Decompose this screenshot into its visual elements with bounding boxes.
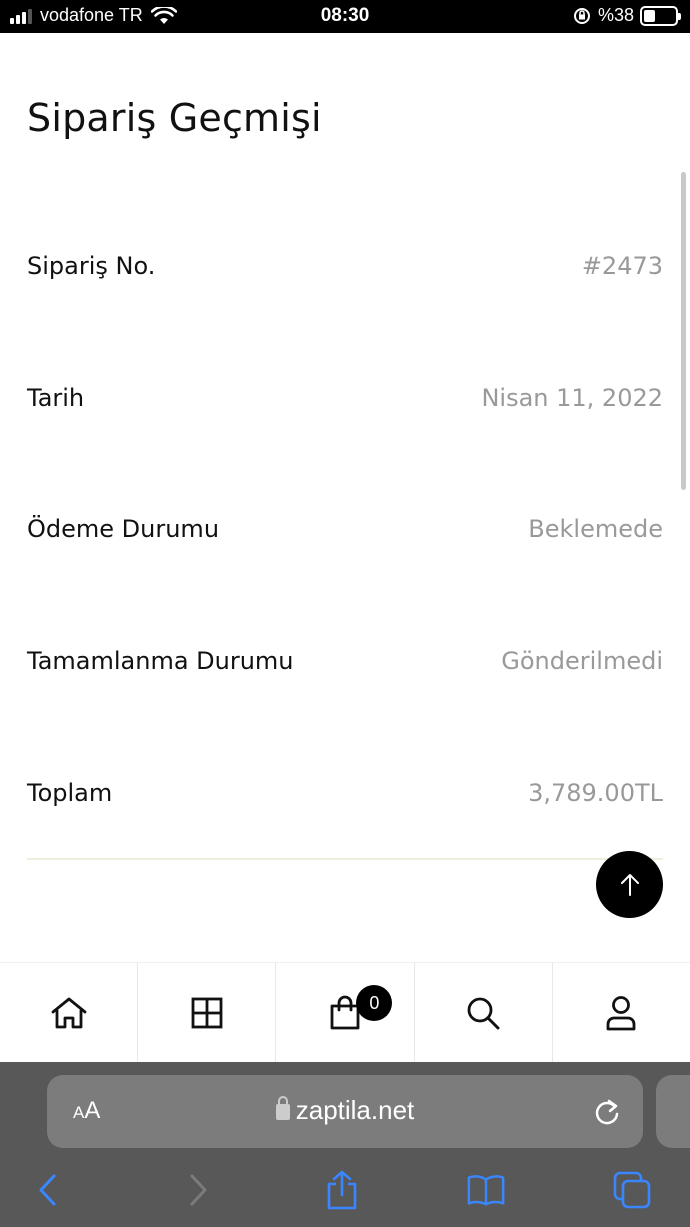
back-arrow-icon — [39, 1174, 56, 1206]
bottom-nav: 0 — [0, 962, 690, 1062]
nav-categories[interactable] — [138, 963, 277, 1062]
tabs-button[interactable] — [612, 1170, 652, 1210]
fulfillment-status-row: Tamamlanma Durumu Gönderilmedi — [27, 641, 663, 681]
bookmarks-button[interactable] — [466, 1170, 506, 1210]
scrollbar[interactable] — [681, 172, 686, 490]
browser-chrome: AA zaptila.net — [0, 1062, 690, 1227]
payment-status-value: Beklemede — [528, 515, 663, 543]
book-icon — [467, 1175, 505, 1206]
arrow-up-icon — [620, 873, 639, 896]
lock-icon — [275, 1096, 290, 1120]
grid-icon — [191, 997, 223, 1028]
payment-status-label: Ödeme Durumu — [27, 515, 220, 543]
order-number-value: #2473 — [581, 252, 663, 280]
home-icon — [51, 997, 86, 1028]
share-button[interactable] — [322, 1170, 362, 1210]
cart-count-badge: 0 — [356, 985, 393, 1021]
search-icon — [467, 997, 500, 1029]
battery-percent: %38 — [597, 5, 634, 25]
browser-toolbar — [0, 1162, 690, 1222]
back-button[interactable] — [28, 1170, 68, 1210]
date-row: Tarih Nisan 11, 2022 — [27, 378, 663, 418]
status-bar: vodafone TR 08:30 %38 — [0, 0, 690, 33]
battery-icon — [640, 5, 681, 26]
user-icon — [607, 995, 636, 1030]
nav-account[interactable] — [553, 963, 690, 1062]
order-number-row: Sipariş No. #2473 — [27, 246, 663, 286]
address-bar[interactable]: AA zaptila.net — [47, 1075, 643, 1148]
scroll-to-top-button[interactable] — [596, 851, 663, 918]
forward-button[interactable] — [178, 1170, 218, 1210]
nav-home[interactable] — [0, 963, 139, 1062]
order-number-label: Sipariş No. — [27, 252, 156, 280]
divider — [27, 858, 663, 860]
reload-icon[interactable] — [593, 1097, 621, 1127]
date-value: Nisan 11, 2022 — [481, 384, 663, 412]
payment-status-row: Ödeme Durumu Beklemede — [27, 509, 663, 549]
orientation-lock-icon — [573, 7, 590, 24]
total-value: 3,789.00TL — [528, 779, 663, 807]
total-label: Toplam — [27, 779, 113, 807]
share-icon — [327, 1170, 357, 1210]
url-text[interactable]: zaptila.net — [47, 1095, 643, 1126]
total-row: Toplam 3,789.00TL — [27, 773, 663, 813]
fulfillment-status-value: Gönderilmedi — [501, 647, 663, 675]
fulfillment-status-label: Tamamlanma Durumu — [27, 647, 294, 675]
page-title: Sipariş Geçmişi — [27, 96, 322, 140]
date-label: Tarih — [27, 384, 85, 412]
next-tab-preview[interactable] — [656, 1075, 690, 1148]
forward-arrow-icon — [190, 1174, 207, 1206]
tabs-icon — [613, 1171, 651, 1209]
nav-cart[interactable]: 0 — [276, 963, 415, 1062]
nav-search[interactable] — [415, 963, 553, 1062]
